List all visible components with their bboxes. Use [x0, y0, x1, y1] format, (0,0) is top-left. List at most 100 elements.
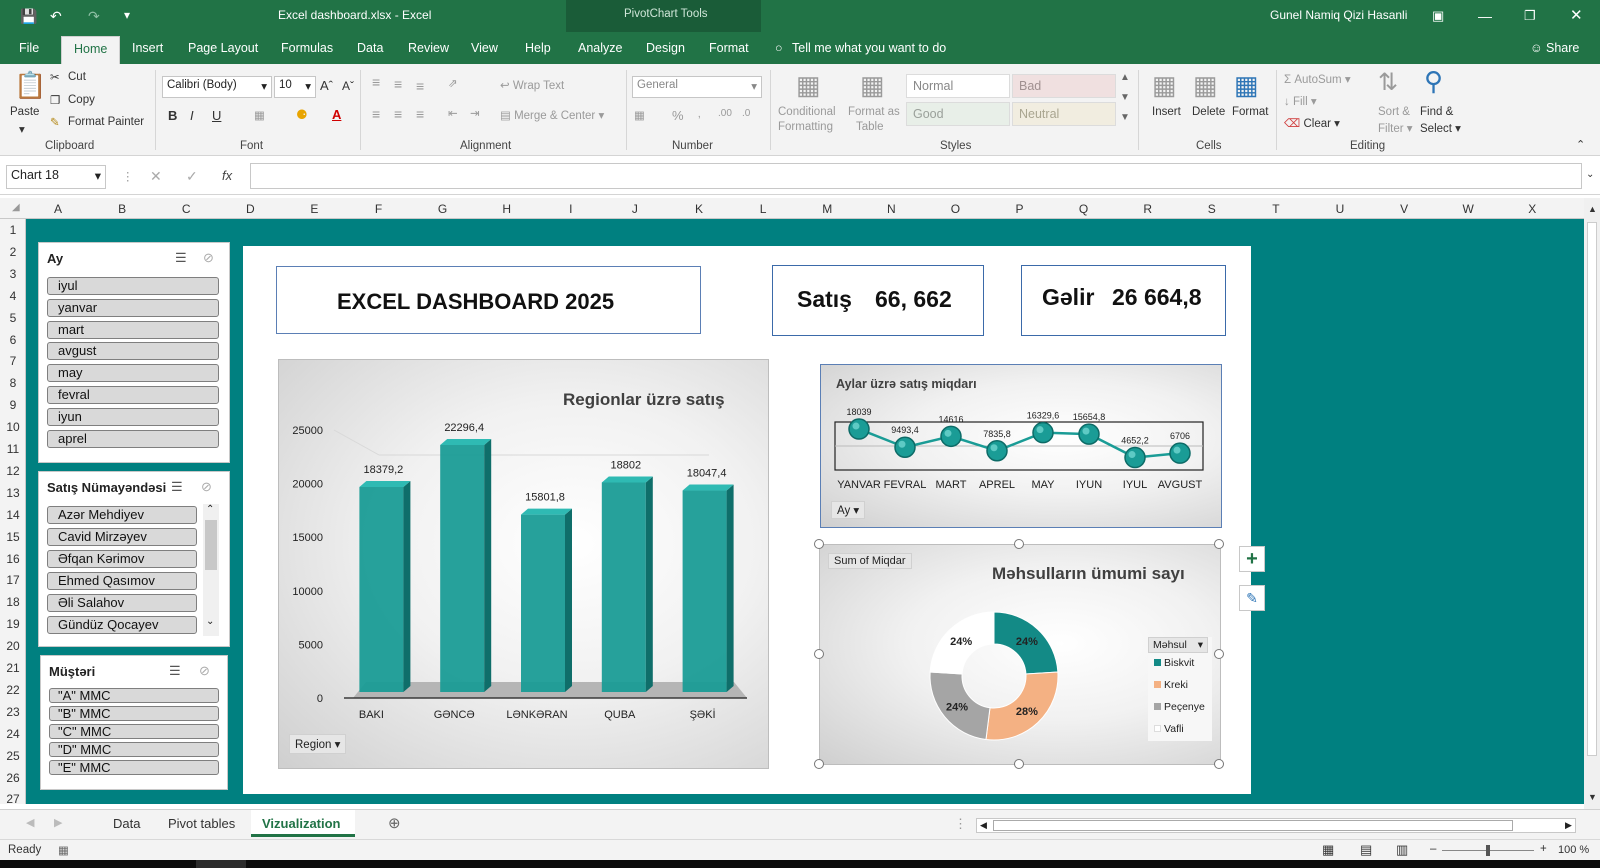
row-header[interactable]: 5: [0, 311, 26, 325]
row-header[interactable]: 15: [0, 530, 26, 544]
slicer-item[interactable]: may: [47, 364, 219, 383]
percent-icon[interactable]: %: [672, 108, 684, 123]
delete-cells-icon[interactable]: ▦: [1193, 70, 1218, 101]
autosum-button[interactable]: Σ AutoSum ▾: [1284, 72, 1351, 86]
italic-icon[interactable]: I: [190, 108, 194, 123]
slicer-item[interactable]: iyul: [47, 277, 219, 295]
resize-handle[interactable]: [1014, 759, 1024, 769]
data-point[interactable]: [986, 440, 1008, 462]
row-header[interactable]: 23: [0, 705, 26, 719]
horizontal-scrollbar[interactable]: ◀ ▶: [976, 818, 1576, 833]
tab-design[interactable]: Design: [646, 41, 685, 55]
column-header[interactable]: M: [795, 202, 859, 216]
row-header[interactable]: 6: [0, 333, 26, 347]
align-left-icon[interactable]: ≡: [372, 106, 380, 122]
scroll-down-icon[interactable]: ▼: [1588, 792, 1597, 802]
normal-view-icon[interactable]: ▦: [1322, 842, 1334, 858]
data-point[interactable]: [894, 436, 916, 458]
insert-function-icon[interactable]: fx: [222, 168, 232, 183]
column-header[interactable]: C: [154, 202, 218, 216]
sort-filter-icon[interactable]: ⇅: [1378, 68, 1398, 97]
resize-handle[interactable]: [814, 539, 824, 549]
align-right-icon[interactable]: ≡: [416, 106, 424, 122]
horizontal-scroll-thumb[interactable]: [993, 820, 1513, 831]
slicer-item[interactable]: iyun: [47, 407, 219, 426]
month-filter-button[interactable]: Ay ▾: [831, 501, 866, 519]
comma-style-icon[interactable]: ‚: [698, 108, 701, 120]
redo-icon[interactable]: ↷: [88, 8, 100, 25]
style-bad[interactable]: Bad: [1012, 74, 1116, 98]
share-button[interactable]: Share: [1546, 41, 1579, 55]
cut-button[interactable]: Cut: [68, 71, 86, 83]
column-header[interactable]: V: [1372, 202, 1436, 216]
row-header[interactable]: 20: [0, 639, 26, 653]
conditional-formatting-icon[interactable]: ▦: [796, 70, 821, 101]
row-header[interactable]: 3: [0, 267, 26, 281]
increase-decimal-icon[interactable]: .00: [718, 108, 732, 119]
column-header[interactable]: X: [1500, 202, 1564, 216]
column-header[interactable]: F: [347, 202, 411, 216]
user-name[interactable]: Gunel Namiq Qizi Hasanli: [1270, 8, 1407, 22]
row-header[interactable]: 11: [0, 442, 26, 456]
zoom-out-icon[interactable]: –: [1430, 843, 1436, 855]
style-good[interactable]: Good: [906, 102, 1010, 126]
multi-select-icon[interactable]: ☰: [169, 663, 181, 679]
expand-formula-icon[interactable]: ⌄: [1586, 169, 1594, 180]
slicer-item[interactable]: aprel: [47, 429, 219, 448]
data-point[interactable]: [940, 425, 962, 448]
multi-select-icon[interactable]: ☰: [171, 479, 183, 495]
formula-input[interactable]: [250, 163, 1582, 189]
row-header[interactable]: 12: [0, 464, 26, 478]
cancel-icon[interactable]: ✕: [150, 168, 162, 185]
style-neutral[interactable]: Neutral: [1012, 102, 1116, 126]
scroll-up-icon[interactable]: ▲: [1588, 204, 1597, 214]
prev-sheet-icon[interactable]: ◀: [26, 816, 34, 829]
format-painter-button[interactable]: Format Painter: [68, 116, 144, 128]
chart-elements-button[interactable]: +: [1239, 546, 1265, 572]
data-point[interactable]: [1124, 446, 1146, 469]
paste-icon[interactable]: 📋: [14, 70, 46, 101]
slicer-customer[interactable]: Müştəri ☰ ⊘ "A" MMC "B" MMC "C" MMC "D" MMC…: [40, 655, 228, 790]
select-all-icon[interactable]: ◢: [12, 202, 20, 213]
multi-select-icon[interactable]: ☰: [175, 250, 187, 266]
slicer-item[interactable]: fevral: [47, 386, 219, 404]
row-header[interactable]: 25: [0, 749, 26, 763]
align-bottom-icon[interactable]: ≡: [416, 78, 424, 94]
insert-cells-button[interactable]: Insert: [1152, 106, 1181, 118]
slicer-sales-rep[interactable]: Satış Nümayəndəsi ☰ ⊘ Azər Mehdiyev Cavid…: [38, 471, 230, 647]
minimize-icon[interactable]: —: [1478, 8, 1492, 24]
tab-home[interactable]: Home: [61, 36, 121, 64]
column-header[interactable]: P: [988, 202, 1052, 216]
products-donut-chart[interactable]: Sum of Miqdar Məhsulların ümumi sayı 24%…: [819, 544, 1221, 765]
enter-icon[interactable]: ✓: [186, 168, 198, 185]
tab-data[interactable]: Data: [357, 41, 383, 55]
row-header[interactable]: 1: [0, 223, 26, 237]
tell-me-box[interactable]: Tell me what you want to do: [792, 41, 946, 55]
data-point[interactable]: [1032, 421, 1054, 444]
data-point[interactable]: [1078, 423, 1100, 445]
save-icon[interactable]: 💾: [20, 8, 37, 25]
format-cells-button[interactable]: Format: [1232, 106, 1268, 118]
tab-page-layout[interactable]: Page Layout: [188, 41, 258, 55]
increase-font-icon[interactable]: Aˆ: [320, 78, 333, 93]
sheet-tab-pivot-tables[interactable]: Pivot tables: [168, 816, 235, 831]
resize-handle[interactable]: [1214, 759, 1224, 769]
row-header[interactable]: 27: [0, 792, 26, 806]
row-header[interactable]: 14: [0, 508, 26, 522]
restore-icon[interactable]: ❐: [1524, 8, 1536, 24]
conditional-formatting-button[interactable]: Conditional: [778, 106, 836, 118]
accounting-icon[interactable]: ▦: [634, 108, 645, 122]
paste-button[interactable]: Paste: [10, 106, 39, 118]
slicer-item[interactable]: Əfqan Kərimov: [47, 550, 197, 568]
product-filter-button[interactable]: Məhsul ▾: [1148, 637, 1208, 653]
row-header[interactable]: 17: [0, 573, 26, 587]
region-sales-chart[interactable]: Regionlar üzrə satış 0 5000 10000 15000 2000…: [278, 359, 769, 769]
font-color-icon[interactable]: A: [332, 107, 341, 122]
font-family-select[interactable]: Calibri (Body) ▾: [162, 76, 272, 98]
tab-help[interactable]: Help: [525, 41, 551, 55]
clear-filter-icon[interactable]: ⊘: [203, 250, 214, 266]
increase-indent-icon[interactable]: ⇥: [470, 106, 480, 120]
tab-format[interactable]: Format: [709, 41, 749, 55]
slicer-item[interactable]: yanvar: [47, 298, 219, 317]
column-header[interactable]: K: [667, 202, 731, 216]
